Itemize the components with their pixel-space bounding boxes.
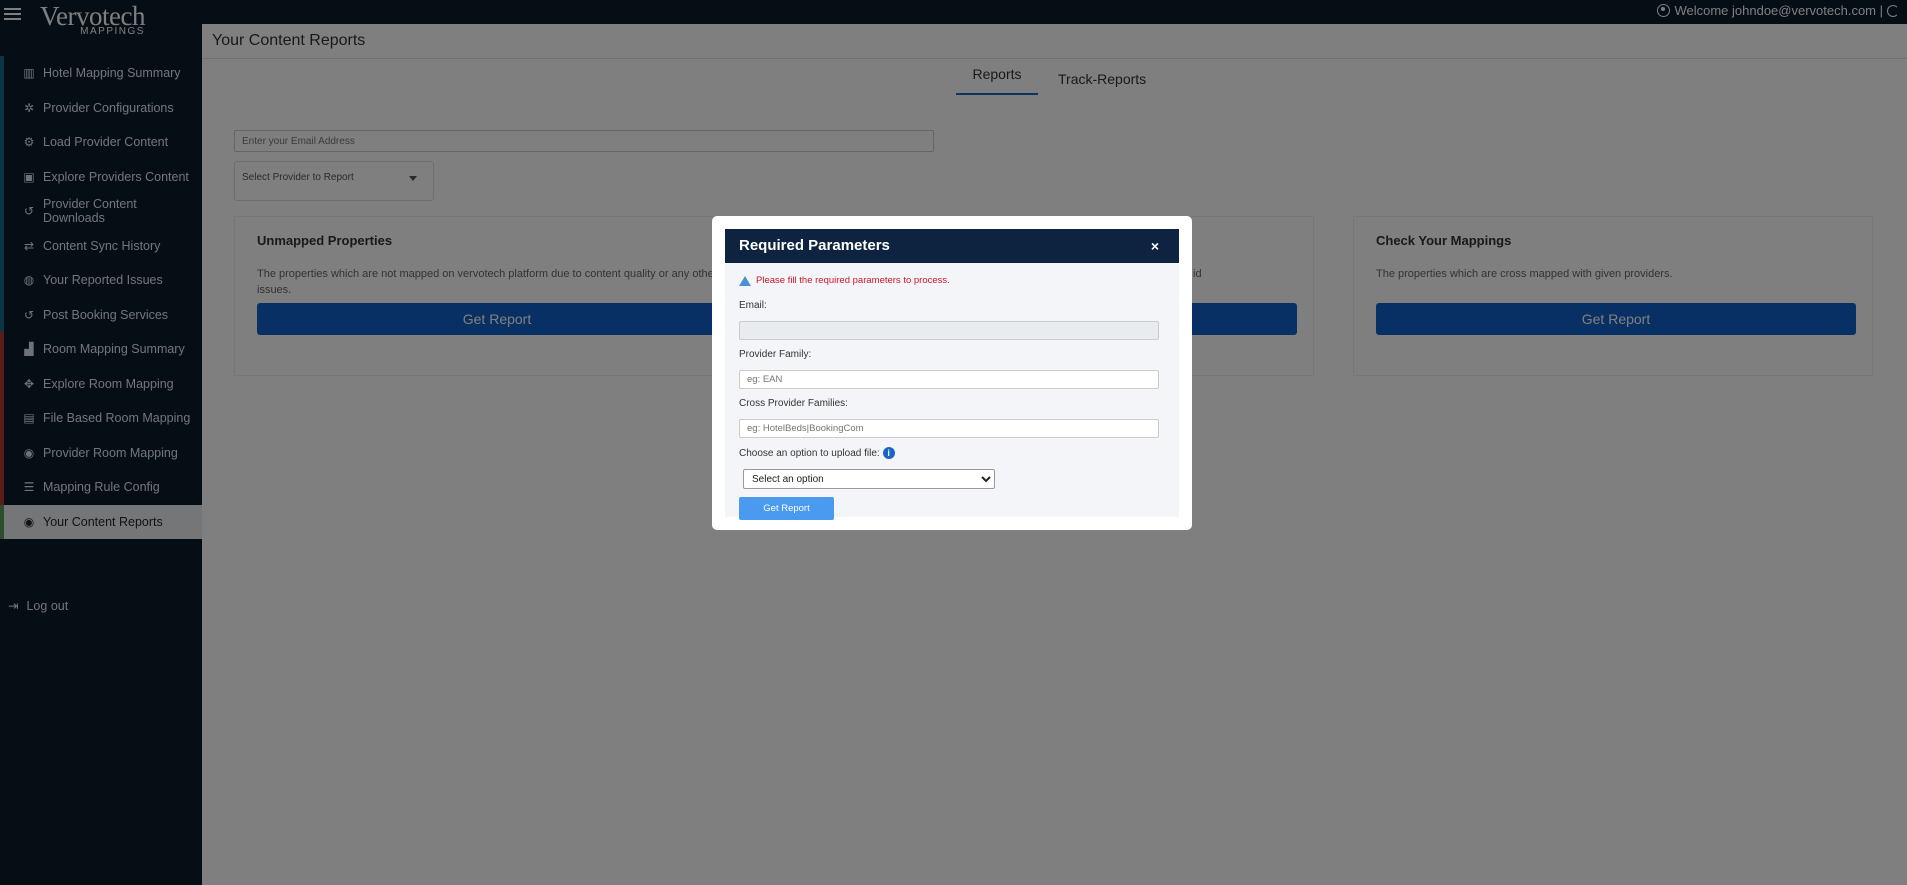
provider-family-label: Provider Family: xyxy=(739,349,812,360)
modal-body: Please fill the required parameters to p… xyxy=(725,263,1179,530)
warning-text: Please fill the required parameters to p… xyxy=(756,275,950,286)
warning-icon xyxy=(739,275,751,286)
modal-title: Required Parameters xyxy=(739,237,890,254)
email-label: Email: xyxy=(739,300,767,311)
close-icon[interactable]: × xyxy=(1151,229,1159,263)
info-icon[interactable]: i xyxy=(882,447,895,459)
required-parameters-modal: Required Parameters × Please fill the re… xyxy=(712,216,1192,530)
cross-provider-label: Cross Provider Families: xyxy=(739,398,848,409)
upload-option-label-text: Choose an option to upload file: xyxy=(739,447,880,459)
upload-option-select[interactable]: Select an option xyxy=(743,469,995,489)
cross-provider-input[interactable] xyxy=(739,419,1159,438)
email-field[interactable] xyxy=(739,321,1159,340)
get-report-button[interactable]: Get Report xyxy=(739,497,834,520)
upload-option-label: Choose an option to upload file: i xyxy=(739,447,1165,459)
modal-content: Required Parameters × Please fill the re… xyxy=(725,229,1179,520)
modal-header: Required Parameters × xyxy=(725,229,1179,263)
warning-message: Please fill the required parameters to p… xyxy=(739,275,1165,286)
provider-family-input[interactable] xyxy=(739,370,1159,389)
